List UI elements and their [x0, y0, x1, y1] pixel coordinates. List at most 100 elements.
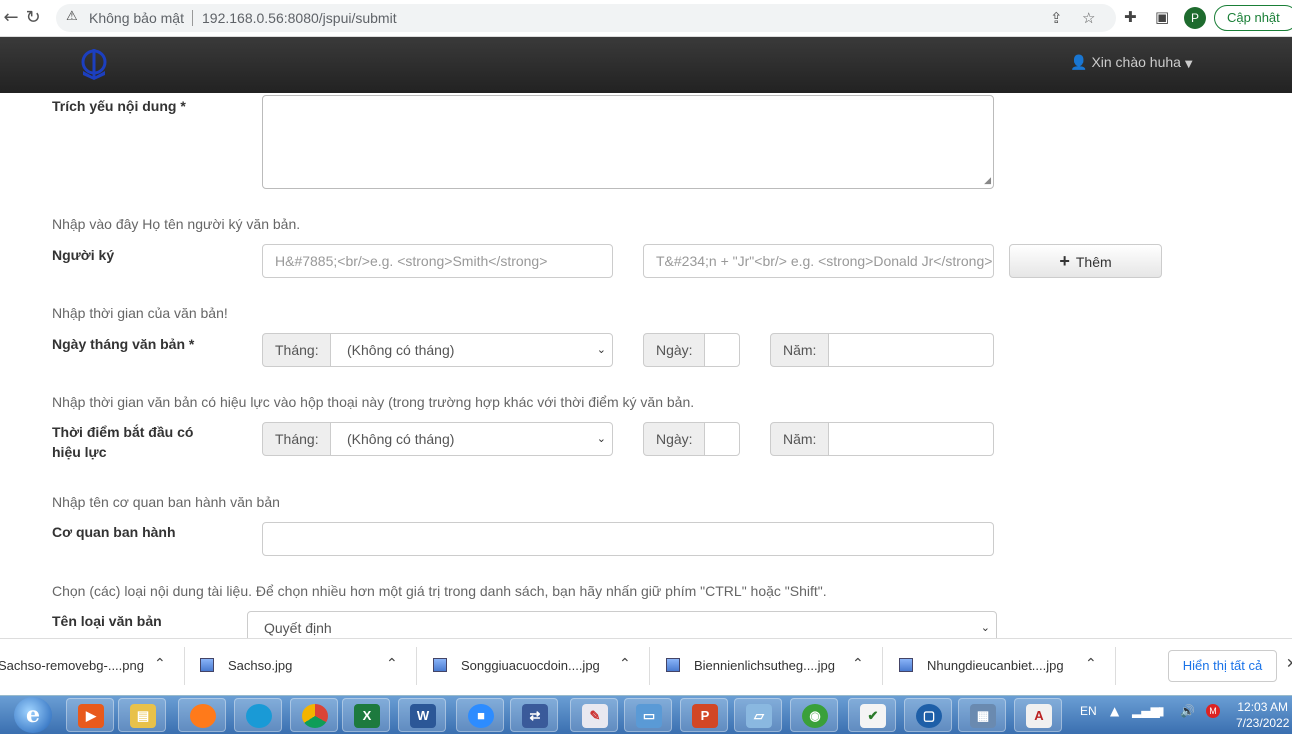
site-header: 👤 Xin chào huha ▼: [0, 37, 1292, 93]
download-item[interactable]: Sachso-removebg-....png ⌃: [0, 656, 166, 673]
chevron-up-icon[interactable]: ⌃: [386, 656, 398, 672]
security-label[interactable]: Không bảo mật: [89, 10, 184, 26]
back-arrow-icon[interactable]: ←: [0, 7, 22, 29]
reload-icon[interactable]: ↻: [22, 7, 44, 29]
divider: [649, 647, 650, 685]
warning-icon[interactable]: ⚠: [66, 9, 78, 24]
site-logo[interactable]: [77, 47, 111, 81]
media-player-icon: ▶: [78, 704, 104, 728]
chevron-down-icon: ⌄: [980, 621, 990, 634]
user-menu[interactable]: 👤 Xin chào huha ▼: [1070, 54, 1193, 71]
taskbar-app-reader[interactable]: A: [1014, 698, 1062, 732]
taskbar-app-media[interactable]: ▶: [66, 698, 114, 732]
chevron-up-icon[interactable]: ⌃: [619, 656, 631, 672]
signer-first-name-input[interactable]: T&#234;n + "Jr"<br/> e.g. <strong>Donald…: [643, 244, 994, 278]
image-file-icon: [899, 658, 913, 672]
signer-last-name-input[interactable]: H&#7885;<br/>e.g. <strong>Smith</strong>: [262, 244, 613, 278]
taskbar-app-notes[interactable]: ▱: [734, 698, 782, 732]
notes-icon: ▱: [746, 704, 772, 728]
update-button[interactable]: Cập nhật: [1214, 5, 1292, 31]
effective-day-input[interactable]: [704, 422, 740, 456]
close-icon[interactable]: ✕: [1286, 656, 1292, 672]
taskbar-app-editor[interactable]: ✔: [848, 698, 896, 732]
tray-arrow-icon[interactable]: ▲: [1110, 704, 1119, 718]
address-bar[interactable]: ⚠ Không bảo mật 192.168.0.56:8080/jspui/…: [56, 4, 1116, 32]
effective-date-label: Thời điểm bắt đầu có hiệu lực: [52, 422, 193, 462]
clock-time: 12:03 AM: [1237, 700, 1289, 714]
effective-month-value: (Không có tháng): [347, 431, 455, 447]
effective-date-hint: Nhập thời gian văn bản có hiệu lực vào h…: [52, 394, 695, 410]
taskbar-app-excel[interactable]: X: [342, 698, 390, 732]
image-file-icon: [666, 658, 680, 672]
agency-hint: Nhập tên cơ quan ban hành văn bản: [52, 494, 280, 510]
battery-icon[interactable]: ▮: [1158, 704, 1165, 718]
edge-icon: [246, 704, 272, 728]
taskbar-app-network[interactable]: ⇄: [510, 698, 558, 732]
download-item[interactable]: Biennienlichsutheg....jpg ⌃: [666, 656, 864, 673]
doc-type-value: Quyết định: [264, 620, 332, 636]
zoom-icon: ■: [468, 704, 494, 728]
star-icon[interactable]: ☆: [1082, 9, 1095, 27]
start-button[interactable]: e: [14, 697, 52, 733]
doc-date-label: Ngày tháng văn bản *: [52, 336, 195, 352]
taskbar-app-remote[interactable]: ▢: [904, 698, 952, 732]
download-item[interactable]: Nhungdieucanbiet....jpg ⌃: [899, 656, 1097, 673]
browser-toolbar: ← ↻ ⚠ Không bảo mật 192.168.0.56:8080/js…: [0, 0, 1292, 37]
side-panel-icon[interactable]: ▣: [1155, 8, 1169, 26]
divider: [1115, 647, 1116, 685]
doc-year-input[interactable]: [828, 333, 994, 367]
chevron-down-icon: ▼: [1184, 59, 1193, 70]
url-text[interactable]: 192.168.0.56:8080/jspui/submit: [202, 10, 397, 26]
antivirus-icon[interactable]: M: [1206, 704, 1220, 718]
summary-textarea[interactable]: ◢: [262, 95, 994, 189]
effective-month-select[interactable]: (Không có tháng) ⌄: [330, 422, 613, 456]
effective-day-addon: Ngày:: [643, 422, 705, 456]
profile-avatar[interactable]: P: [1184, 7, 1206, 29]
show-all-downloads-button[interactable]: Hiển thị tất cả: [1168, 650, 1277, 682]
download-filename: Songgiuacuocdoin....jpg: [461, 658, 600, 673]
doc-type-select[interactable]: Quyết định ⌄: [247, 611, 997, 638]
language-indicator[interactable]: EN: [1080, 704, 1097, 718]
taskbar-app-sketch[interactable]: ✎: [570, 698, 618, 732]
taskbar-app-firefox[interactable]: [178, 698, 226, 732]
share-icon[interactable]: ⇪: [1050, 9, 1063, 27]
puzzle-icon[interactable]: ✚: [1124, 8, 1137, 26]
agency-input[interactable]: [262, 522, 994, 556]
volume-icon[interactable]: 🔊: [1180, 704, 1195, 718]
effective-year-addon: Năm:: [770, 422, 829, 456]
powerpoint-icon: P: [692, 704, 718, 728]
photo-icon: ▭: [636, 704, 662, 728]
taskbar-app-word[interactable]: W: [398, 698, 446, 732]
taskbar-app-globe[interactable]: ◉: [790, 698, 838, 732]
chevron-up-icon[interactable]: ⌃: [852, 656, 864, 672]
taskbar-app-powerpoint[interactable]: P: [680, 698, 728, 732]
effective-year-input[interactable]: [828, 422, 994, 456]
add-signer-button[interactable]: + Thêm: [1009, 244, 1162, 278]
divider: [192, 10, 193, 26]
doc-month-select[interactable]: (Không có tháng) ⌄: [330, 333, 613, 367]
taskbar-app-explorer[interactable]: ▤: [118, 698, 166, 732]
download-filename: Nhungdieucanbiet....jpg: [927, 658, 1064, 673]
clock[interactable]: 12:03 AM 7/23/2022: [1236, 699, 1289, 731]
taskbar-app-chrome[interactable]: [290, 698, 338, 732]
signal-icon[interactable]: ▂▄▆: [1132, 704, 1160, 718]
download-item[interactable]: Sachso.jpg ⌃: [200, 656, 398, 673]
chevron-up-icon[interactable]: ⌃: [154, 656, 166, 672]
doc-day-input[interactable]: [704, 333, 740, 367]
chevron-up-icon[interactable]: ⌃: [1085, 656, 1097, 672]
download-item[interactable]: Songgiuacuocdoin....jpg ⌃: [433, 656, 631, 673]
submit-form: Trích yếu nội dung * ◢ Nhập vào đây Họ t…: [0, 93, 1292, 638]
taskbar-app-edge[interactable]: [234, 698, 282, 732]
doc-date-hint: Nhập thời gian của văn bản!: [52, 305, 228, 321]
resize-grip-icon[interactable]: ◢: [984, 176, 991, 186]
doc-month-value: (Không có tháng): [347, 342, 455, 358]
document-icon: A: [1026, 704, 1052, 728]
excel-icon: X: [354, 704, 380, 728]
chrome-icon: [302, 704, 328, 728]
user-icon: 👤: [1070, 55, 1088, 71]
folder-icon: ▤: [130, 704, 156, 728]
taskbar-app-zoom[interactable]: ■: [456, 698, 504, 732]
taskbar-app-photos[interactable]: ▭: [624, 698, 672, 732]
doc-type-label: Tên loại văn bản: [52, 613, 162, 629]
taskbar-app-control[interactable]: ▦: [958, 698, 1006, 732]
